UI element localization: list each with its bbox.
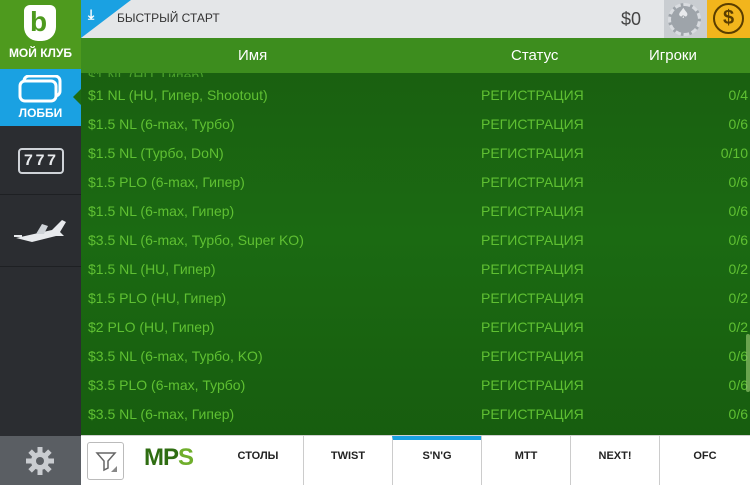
column-header-name[interactable]: Имя [238, 47, 267, 64]
balance-value: $0 [621, 9, 642, 29]
row-status: РЕГИСТРАЦИЯ [481, 232, 584, 248]
table-scrollbar[interactable] [746, 334, 750, 392]
cards-icon [18, 75, 62, 103]
row-players: 0/2 [728, 290, 748, 306]
row-status: РЕГИСТРАЦИЯ [481, 377, 584, 393]
sidebar: b МОЙ КЛУБ ЛОББИ 777 [0, 0, 81, 485]
airplane-icon [14, 220, 66, 242]
row-name: $1.5 NL (HU, Гипер) [88, 261, 216, 277]
row-status: РЕГИСТРАЦИЯ [481, 203, 584, 219]
row-name: $3.5 NL (6-max, Турбо, Super KO) [88, 232, 304, 248]
row-name: $2 PLO (HU, Гипер) [88, 319, 215, 335]
tab-ofc[interactable]: OFC [659, 436, 750, 485]
lobby-button[interactable]: ЛОББИ [0, 69, 81, 126]
table-row[interactable]: $3.5 NL (6-max, Турбо, Super KO) РЕГИСТРА… [81, 226, 750, 255]
row-players: 0/6 [728, 174, 748, 190]
table-row[interactable]: $1.5 NL (6-max, Турбо) РЕГИСТРАЦИЯ 0/6 [81, 110, 750, 139]
tab-tables[interactable]: СТОЛЫ [213, 436, 303, 485]
row-status: РЕГИСТРАЦИЯ [481, 87, 584, 103]
row-name: $1.5 NL (Турбо, DoN) [88, 145, 224, 161]
row-players: 0/6 [728, 406, 748, 422]
column-header-status[interactable]: Статус [511, 47, 558, 64]
row-players: 0/6 [728, 203, 748, 219]
spade-icon: ♠ [677, 6, 690, 22]
bottom-bar: MPS СТОЛЫ TWIST S'N'G MTT NEXT! OFC [81, 435, 750, 485]
row-status: РЕГИСТРАЦИЯ [481, 261, 584, 277]
row-name: $1 NL (HU, Гипер, Shootout) [88, 87, 268, 103]
aviator-button[interactable] [0, 196, 81, 267]
row-name: $1.5 PLO (HU, Гипер) [88, 290, 227, 306]
quick-start-label[interactable]: БЫСТРЫЙ СТАРТ [117, 11, 220, 25]
row-status: РЕГИСТРАЦИЯ [481, 406, 584, 422]
row-name: $3.5 NL (6-max, Турбо, KO) [88, 348, 263, 364]
settings-button[interactable] [0, 436, 81, 485]
row-status: РЕГИСТРАЦИЯ [481, 319, 584, 335]
lobby-label: ЛОББИ [18, 106, 63, 120]
row-players: 0/4 [728, 87, 748, 103]
lobby-active-indicator [73, 89, 81, 105]
slots-button[interactable]: 777 [0, 126, 81, 195]
row-status: РЕГИСТРАЦИЯ [481, 174, 584, 190]
row-name: $1.5 NL (6-max, Гипер) [88, 203, 235, 219]
table-row[interactable]: $1.5 NL (HU, Гипер) РЕГИСТРАЦИЯ 0/2 [81, 255, 750, 284]
table-row[interactable]: $3.5 PLO (6-max, Турбо) РЕГИСТРАЦИЯ 0/6 [81, 371, 750, 400]
table-row[interactable]: $2 PLO (HU, Гипер) РЕГИСТРАЦИЯ 0/2 [81, 313, 750, 342]
gear-icon [26, 447, 54, 475]
column-header-players[interactable]: Игроки [649, 47, 697, 64]
row-name: $1.5 NL (6-max, Турбо) [88, 116, 235, 132]
table-row[interactable]: $3.5 NL (6-max, Турбо, KO) РЕГИСТРАЦИЯ 0/6 [81, 342, 750, 371]
download-arrow-icon[interactable]: ⤓ [88, 7, 94, 23]
row-status: РЕГИСТРАЦИЯ [481, 348, 584, 364]
funnel-icon [95, 452, 117, 472]
poker-chip-button[interactable]: ♠ [664, 0, 707, 38]
club-logo-letter: b [30, 6, 48, 37]
table-row[interactable]: $1.5 PLO (HU, Гипер) РЕГИСТРАЦИЯ 0/2 [81, 284, 750, 313]
club-logo-icon: b [24, 5, 56, 41]
table-header: Имя Статус Игроки [81, 38, 750, 73]
sng-table: $1 NL (HU, Гипер) Имя Статус Игроки $1 N… [81, 38, 750, 435]
row-name: $3.5 PLO (6-max, Турбо) [88, 377, 246, 393]
table-row[interactable]: $1.5 PLO (6-max, Гипер) РЕГИСТРАЦИЯ 0/6 [81, 168, 750, 197]
row-players: 0/2 [728, 261, 748, 277]
row-players: 0/2 [728, 319, 748, 335]
table-row[interactable]: $1.5 NL (Турбо, DoN) РЕГИСТРАЦИЯ 0/10 [81, 139, 750, 168]
mps-logo-a: MP [144, 444, 179, 471]
row-players: 0/6 [728, 116, 748, 132]
table-row[interactable]: $1 NL (HU, Гипер, Shootout) РЕГИСТРАЦИЯ 0/… [81, 81, 750, 110]
slots-icon: 777 [18, 148, 64, 174]
table-row[interactable]: $1.5 NL (6-max, Гипер) РЕГИСТРАЦИЯ 0/6 [81, 197, 750, 226]
row-status: РЕГИСТРАЦИЯ [481, 116, 584, 132]
filter-button[interactable] [87, 442, 124, 480]
row-name: $3.5 NL (6-max, Гипер) [88, 406, 235, 422]
row-players: 0/6 [728, 232, 748, 248]
my-club-label: МОЙ КЛУБ [8, 46, 73, 60]
mps-logo-b: S [178, 444, 194, 471]
table-body: $1 NL (HU, Гипер, Shootout) РЕГИСТРАЦИЯ 0/… [81, 81, 750, 429]
tab-twist[interactable]: TWIST [303, 436, 392, 485]
mps-logo: MPS [144, 444, 194, 472]
tab-mtt[interactable]: MTT [481, 436, 570, 485]
row-status: РЕГИСТРАЦИЯ [481, 145, 584, 161]
row-players: 0/10 [720, 145, 748, 161]
row-status: РЕГИСТРАЦИЯ [481, 290, 584, 306]
tab-sng[interactable]: S'N'G [392, 436, 481, 485]
tab-next[interactable]: NEXT! [570, 436, 659, 485]
row-name: $1.5 PLO (6-max, Гипер) [88, 174, 245, 190]
dollar-coin-icon: $ [713, 3, 744, 34]
my-club-button[interactable]: b МОЙ КЛУБ [0, 0, 81, 69]
table-row[interactable]: $3.5 NL (6-max, Гипер) РЕГИСТРАЦИЯ 0/6 [81, 400, 750, 429]
top-bar: ⤓ БЫСТРЫЙ СТАРТ $0 ♠ $ [81, 0, 750, 38]
cashier-button[interactable]: $ [707, 0, 750, 38]
